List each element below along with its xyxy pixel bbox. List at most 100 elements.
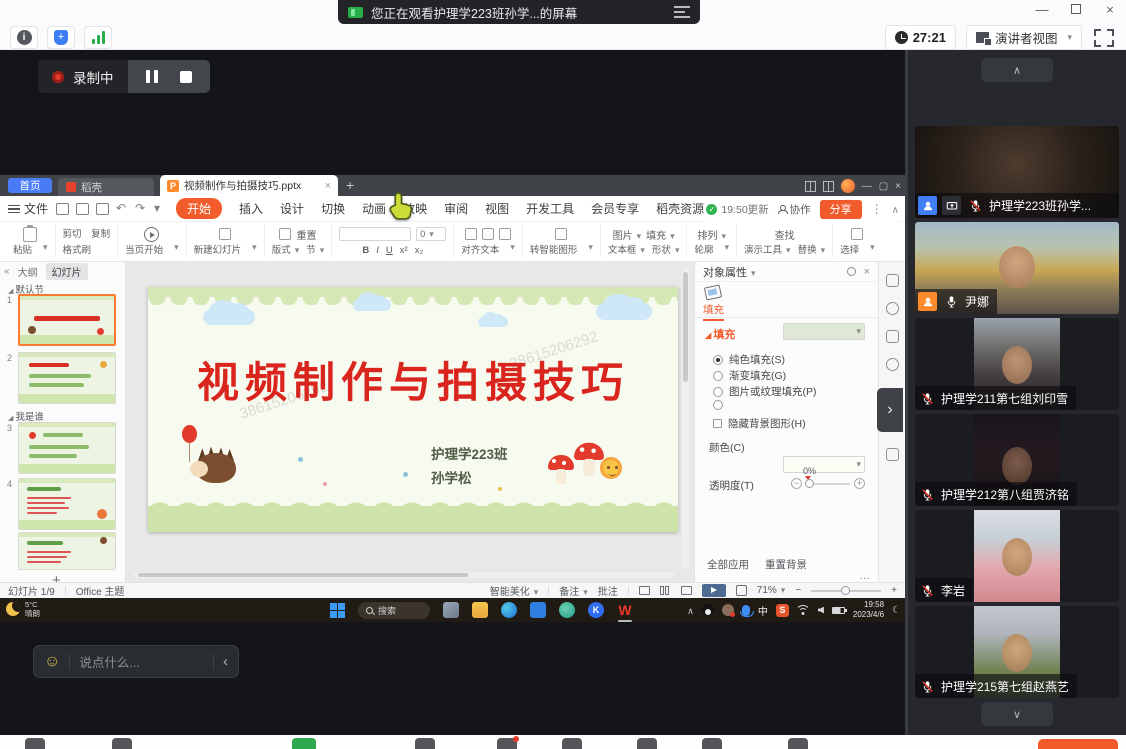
- mic-control-icon[interactable]: [25, 738, 45, 749]
- participant-tile[interactable]: 李岩: [915, 510, 1119, 602]
- option-hide-background[interactable]: 隐藏背景图形(H): [713, 416, 806, 431]
- font-size-select[interactable]: 0: [416, 227, 446, 241]
- browser-360-icon[interactable]: [559, 602, 575, 618]
- vertical-scrollbar[interactable]: [682, 268, 689, 568]
- task-view-icon[interactable]: [443, 602, 459, 618]
- horizontal-scrollbar[interactable]: [134, 572, 674, 578]
- kdocs-icon[interactable]: K: [588, 602, 604, 618]
- tab-insert[interactable]: 插入: [239, 200, 263, 217]
- new-slide-button[interactable]: 新建幻灯片: [187, 224, 265, 258]
- layout-tool-icon[interactable]: [886, 330, 899, 343]
- ime-indicator[interactable]: 中: [758, 603, 768, 618]
- chat-input-placeholder[interactable]: 说点什么...: [79, 652, 204, 671]
- reset-background-button[interactable]: 重置背景: [765, 557, 807, 572]
- weather-widget[interactable]: 5°C晴朗: [6, 600, 40, 619]
- window-split-icon[interactable]: [805, 181, 816, 192]
- tab-transition[interactable]: 切换: [321, 200, 345, 217]
- decrease-icon[interactable]: −: [791, 478, 802, 489]
- scroll-down-button[interactable]: [981, 702, 1053, 726]
- smartart-group[interactable]: 转智能图形: [523, 224, 601, 258]
- focus-assist-icon[interactable]: ☾: [892, 605, 901, 616]
- slide-thumbnail-2[interactable]: 2: [18, 352, 116, 404]
- minimize-icon[interactable]: —: [1032, 2, 1052, 17]
- wps-docer-tab[interactable]: 稻壳: [58, 178, 154, 196]
- beautify-button[interactable]: 智能美化: [490, 583, 539, 598]
- edge-browser-icon[interactable]: [501, 602, 517, 618]
- participants-icon[interactable]: [415, 738, 435, 749]
- tab-docer-resource[interactable]: 稻壳资源: [656, 200, 704, 217]
- pause-recording-button[interactable]: [138, 65, 166, 89]
- taskbar-search[interactable]: 搜索: [358, 602, 430, 619]
- option-gradient-fill[interactable]: 渐变填充(G): [713, 368, 786, 383]
- fill-section-header[interactable]: 填充: [705, 326, 735, 342]
- share-screen-icon[interactable]: [292, 738, 316, 749]
- undo-icon[interactable]: ↶: [116, 203, 128, 215]
- scroll-up-button[interactable]: [981, 58, 1053, 82]
- panel-more-icon[interactable]: [859, 570, 870, 582]
- option-pattern-fill[interactable]: [713, 400, 729, 410]
- share-button[interactable]: 分享: [820, 200, 862, 219]
- wps-home-tab[interactable]: 首页: [8, 178, 52, 193]
- slide-thumbnail-1[interactable]: 1: [18, 294, 116, 346]
- sorter-view-icon[interactable]: [660, 586, 671, 595]
- emoji-icon[interactable]: [44, 654, 60, 670]
- sogou-tray-icon[interactable]: S: [776, 604, 789, 617]
- redo-icon[interactable]: ↷: [135, 203, 147, 215]
- stop-recording-button[interactable]: [172, 65, 200, 89]
- collapse-ribbon-icon[interactable]: [892, 202, 899, 216]
- slide-subtitle[interactable]: 护理学223班 孙学松: [431, 443, 508, 490]
- select-group[interactable]: 选择: [833, 224, 882, 258]
- comment-button[interactable]: 批注: [598, 583, 618, 598]
- tab-design[interactable]: 设计: [280, 200, 304, 217]
- tools-group[interactable]: 查找 演示工具替换: [737, 224, 833, 258]
- resource-tool-icon[interactable]: [886, 448, 899, 461]
- outline-tab[interactable]: 大纲: [18, 264, 38, 279]
- chat-icon[interactable]: [497, 738, 517, 749]
- participant-tile[interactable]: 护理学211第七组刘印雪: [915, 318, 1119, 410]
- quickbar-caret-icon[interactable]: ▾: [154, 203, 166, 215]
- transparency-slider[interactable]: − +: [791, 478, 865, 489]
- participant-tile[interactable]: 尹娜: [915, 222, 1119, 314]
- insert-group[interactable]: 图片填充 文本框形状: [601, 224, 688, 258]
- wifi-icon[interactable]: [797, 605, 810, 615]
- network-quality-button[interactable]: [84, 26, 112, 49]
- wps-document-tab[interactable]: P 视频制作与拍摄技巧.pptx ×: [160, 175, 338, 196]
- slide-thumbnail-3[interactable]: 3: [18, 422, 116, 474]
- section-header-2[interactable]: 我是谁: [8, 409, 44, 423]
- option-solid-fill[interactable]: 纯色填充(S): [713, 352, 785, 367]
- more-tools-icon[interactable]: [788, 738, 808, 749]
- camera-control-icon[interactable]: [112, 738, 132, 749]
- notification-menu-icon[interactable]: [674, 6, 690, 18]
- slider-thumb[interactable]: [805, 479, 814, 488]
- account-avatar[interactable]: [841, 179, 855, 193]
- security-button[interactable]: [47, 26, 75, 49]
- slide-thumbnail-4[interactable]: 4: [18, 478, 116, 530]
- slide-thumbnail-5[interactable]: 5: [18, 532, 116, 570]
- tab-review[interactable]: 审阅: [444, 200, 468, 217]
- zoom-level[interactable]: 71%: [757, 585, 786, 596]
- layout-section-group[interactable]: 重置 版式节: [265, 224, 333, 258]
- close-icon[interactable]: ×: [1100, 2, 1120, 17]
- tab-member[interactable]: 会员专享: [591, 200, 639, 217]
- font-group[interactable]: 0 BIUx²x₂: [332, 224, 454, 258]
- window-manage-icon[interactable]: [823, 181, 834, 192]
- color-dropdown[interactable]: [783, 456, 865, 473]
- increase-icon[interactable]: +: [854, 478, 865, 489]
- apply-all-button[interactable]: 全部应用: [707, 557, 749, 572]
- record-control-icon[interactable]: [562, 738, 582, 749]
- chat-quick-bar[interactable]: 说点什么...: [33, 645, 239, 678]
- paragraph-group[interactable]: 对齐文本: [454, 224, 523, 258]
- volume-icon[interactable]: [818, 607, 824, 614]
- fit-page-icon[interactable]: [736, 585, 747, 596]
- view-mode-dropdown[interactable]: 演讲者视图: [966, 25, 1082, 50]
- zoom-in-icon[interactable]: +: [891, 585, 897, 596]
- notification-tray-icon[interactable]: [722, 604, 734, 616]
- fill-tab[interactable]: 填充: [703, 302, 724, 321]
- close-tab-icon[interactable]: ×: [325, 180, 331, 192]
- fullscreen-button[interactable]: [1092, 26, 1116, 50]
- tab-animation[interactable]: 动画: [362, 200, 386, 217]
- font-name-select[interactable]: [339, 227, 411, 241]
- more-menu-icon[interactable]: [871, 202, 883, 216]
- sidebar-resize-handle[interactable]: [905, 50, 908, 735]
- paste-group[interactable]: 粘贴: [6, 224, 56, 258]
